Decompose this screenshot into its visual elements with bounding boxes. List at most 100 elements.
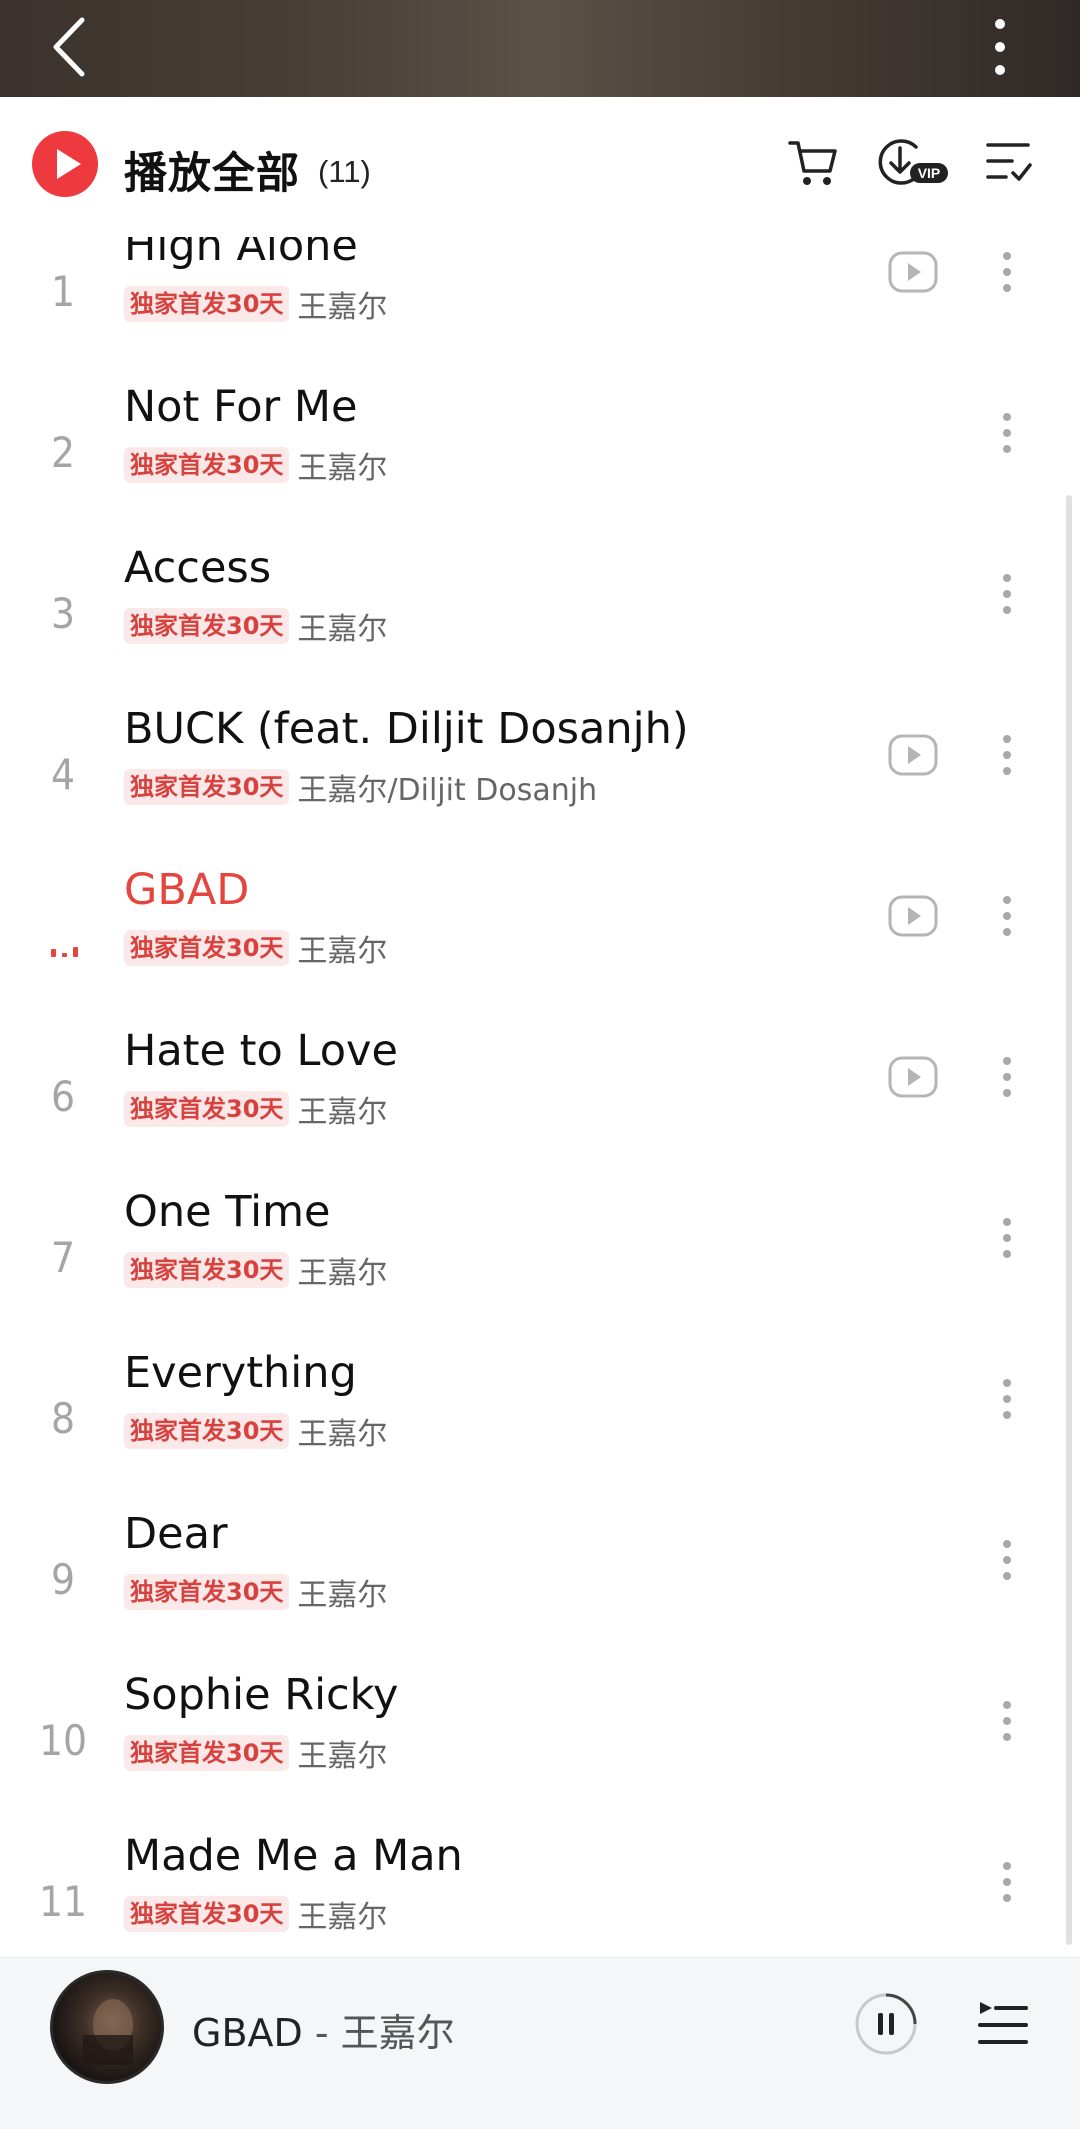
song-more-icon[interactable] xyxy=(995,569,1019,619)
music-video-icon[interactable] xyxy=(888,734,938,776)
song-more-icon[interactable] xyxy=(995,891,1019,941)
song-artist: 王嘉尔 xyxy=(297,1256,388,1291)
now-playing-title: GBAD xyxy=(192,2011,303,2055)
song-title: Made Me a Man xyxy=(124,1831,463,1881)
song-subline: 独家首发30天 王嘉尔 xyxy=(124,1248,387,1291)
song-artist: 王嘉尔 xyxy=(297,1900,388,1935)
exclusive-badge: 独家首发30天 xyxy=(124,930,290,966)
exclusive-badge: 独家首发30天 xyxy=(124,1091,290,1127)
now-playing-artist: 王嘉尔 xyxy=(340,2011,455,2055)
song-subline: 独家首发30天 王嘉尔/Diljit Dosanjh xyxy=(124,765,597,808)
track-number: 8 xyxy=(50,1394,76,1443)
play-all-header: 播放全部 (11) VIP xyxy=(0,97,1080,237)
song-title: High Alone xyxy=(124,237,358,271)
track-number: 9 xyxy=(50,1555,76,1604)
song-artist: 王嘉尔 xyxy=(297,1095,388,1130)
song-more-icon[interactable] xyxy=(995,1052,1019,1102)
back-arrow-icon[interactable] xyxy=(46,14,96,80)
scrollbar[interactable] xyxy=(1066,495,1072,1945)
now-playing-text[interactable]: GBAD - 王嘉尔 xyxy=(192,2002,455,2057)
play-all-icon[interactable] xyxy=(32,131,98,197)
download-vip-icon[interactable]: VIP xyxy=(876,135,950,189)
track-number: 7 xyxy=(50,1233,76,1282)
song-row[interactable]: 1 High Alone 独家首发30天 王嘉尔 xyxy=(0,237,1064,382)
track-count: (11) xyxy=(318,154,371,189)
song-subline: 独家首发30天 王嘉尔 xyxy=(124,282,387,325)
song-artist: 王嘉尔/Diljit Dosanjh xyxy=(297,773,598,808)
track-number: 1 xyxy=(50,267,76,316)
song-more-icon[interactable] xyxy=(995,1374,1019,1424)
now-playing-separator: - xyxy=(302,2011,341,2055)
more-vertical-icon[interactable] xyxy=(984,14,1016,80)
song-title: Dear xyxy=(124,1509,228,1559)
song-title: One Time xyxy=(124,1187,331,1237)
exclusive-badge: 独家首发30天 xyxy=(124,1735,290,1771)
song-title: Access xyxy=(124,543,272,593)
song-artist: 王嘉尔 xyxy=(297,451,388,486)
exclusive-badge: 独家首发30天 xyxy=(124,1252,290,1288)
song-subline: 独家首发30天 王嘉尔 xyxy=(124,1409,387,1452)
song-row[interactable]: 6 Hate to Love 独家首发30天 王嘉尔 xyxy=(0,1026,1064,1187)
song-subline: 独家首发30天 王嘉尔 xyxy=(124,1892,387,1935)
song-subline: 独家首发30天 王嘉尔 xyxy=(124,443,387,486)
song-more-icon[interactable] xyxy=(995,247,1019,297)
now-playing-indicator-icon xyxy=(51,947,78,957)
exclusive-badge: 独家首发30天 xyxy=(124,1413,290,1449)
song-subline: 独家首发30天 王嘉尔 xyxy=(124,926,387,969)
exclusive-badge: 独家首发30天 xyxy=(124,1896,290,1932)
song-more-icon[interactable] xyxy=(995,408,1019,458)
exclusive-badge: 独家首发30天 xyxy=(124,769,290,805)
track-number: 6 xyxy=(50,1072,76,1121)
song-list[interactable]: 1 High Alone 独家首发30天 王嘉尔 2 Not For Me 独家首发30天王… xyxy=(0,237,1080,1957)
song-title: Not For Me xyxy=(124,382,358,432)
song-row[interactable]: 9 Dear 独家首发30天 王嘉尔 xyxy=(0,1509,1064,1670)
song-more-icon[interactable] xyxy=(995,1535,1019,1585)
track-number: 3 xyxy=(50,589,76,638)
exclusive-badge: 独家首发30天 xyxy=(124,608,290,644)
song-subline: 独家首发30天 王嘉尔 xyxy=(124,604,387,647)
playlist-queue-icon[interactable] xyxy=(978,2000,1028,2050)
play-all-button[interactable]: 播放全部 xyxy=(124,139,300,201)
song-more-icon[interactable] xyxy=(995,730,1019,780)
exclusive-badge: 独家首发30天 xyxy=(124,447,290,483)
exclusive-badge: 独家首发30天 xyxy=(124,286,290,322)
track-number: 4 xyxy=(50,750,76,799)
song-artist: 王嘉尔 xyxy=(297,612,388,647)
music-video-icon[interactable] xyxy=(888,251,938,293)
exclusive-badge: 独家首发30天 xyxy=(124,1574,290,1610)
song-more-icon[interactable] xyxy=(995,1213,1019,1263)
song-artist: 王嘉尔 xyxy=(297,290,388,325)
song-row[interactable]: 8 Everything 独家首发30天 王嘉尔 xyxy=(0,1348,1064,1509)
song-row[interactable]: 11 Made Me a Man 独家首发30天 王嘉尔 xyxy=(0,1831,1064,1957)
song-row[interactable]: 3 Access 独家首发30天 王嘉尔 xyxy=(0,543,1064,704)
track-number: 11 xyxy=(38,1877,88,1926)
song-title: GBAD xyxy=(124,865,250,915)
mini-player[interactable]: GBAD - 王嘉尔 xyxy=(0,1957,1080,2129)
song-more-icon[interactable] xyxy=(995,1857,1019,1907)
pause-icon[interactable] xyxy=(854,1992,918,2056)
top-bar xyxy=(0,0,1080,97)
song-artist: 王嘉尔 xyxy=(297,1578,388,1613)
music-video-icon[interactable] xyxy=(888,895,938,937)
song-title: Hate to Love xyxy=(124,1026,398,1076)
cart-icon[interactable] xyxy=(786,135,840,189)
song-row[interactable]: 7 One Time 独家首发30天 王嘉尔 xyxy=(0,1187,1064,1348)
song-subline: 独家首发30天 王嘉尔 xyxy=(124,1570,387,1613)
track-number: 2 xyxy=(50,428,76,477)
song-row[interactable]: 4 BUCK (feat. Diljit Dosanjh) 独家首发30天 王嘉尔/D… xyxy=(0,704,1064,865)
song-row[interactable]: GBAD 独家首发30天 王嘉尔 xyxy=(0,865,1064,1026)
album-cover-image[interactable] xyxy=(50,1970,164,2084)
song-artist: 王嘉尔 xyxy=(297,1417,388,1452)
multiselect-icon[interactable] xyxy=(984,135,1034,189)
song-title: BUCK (feat. Diljit Dosanjh) xyxy=(124,704,689,754)
music-video-icon[interactable] xyxy=(888,1056,938,1098)
song-row[interactable]: 2 Not For Me 独家首发30天 王嘉尔 xyxy=(0,382,1064,543)
song-subline: 独家首发30天 王嘉尔 xyxy=(124,1731,387,1774)
song-artist: 王嘉尔 xyxy=(297,1739,388,1774)
song-row[interactable]: 10 Sophie Ricky 独家首发30天 王嘉尔 xyxy=(0,1670,1064,1831)
song-title: Everything xyxy=(124,1348,357,1398)
svg-text:VIP: VIP xyxy=(918,165,941,181)
song-title: Sophie Ricky xyxy=(124,1670,399,1720)
song-more-icon[interactable] xyxy=(995,1696,1019,1746)
song-artist: 王嘉尔 xyxy=(297,934,388,969)
